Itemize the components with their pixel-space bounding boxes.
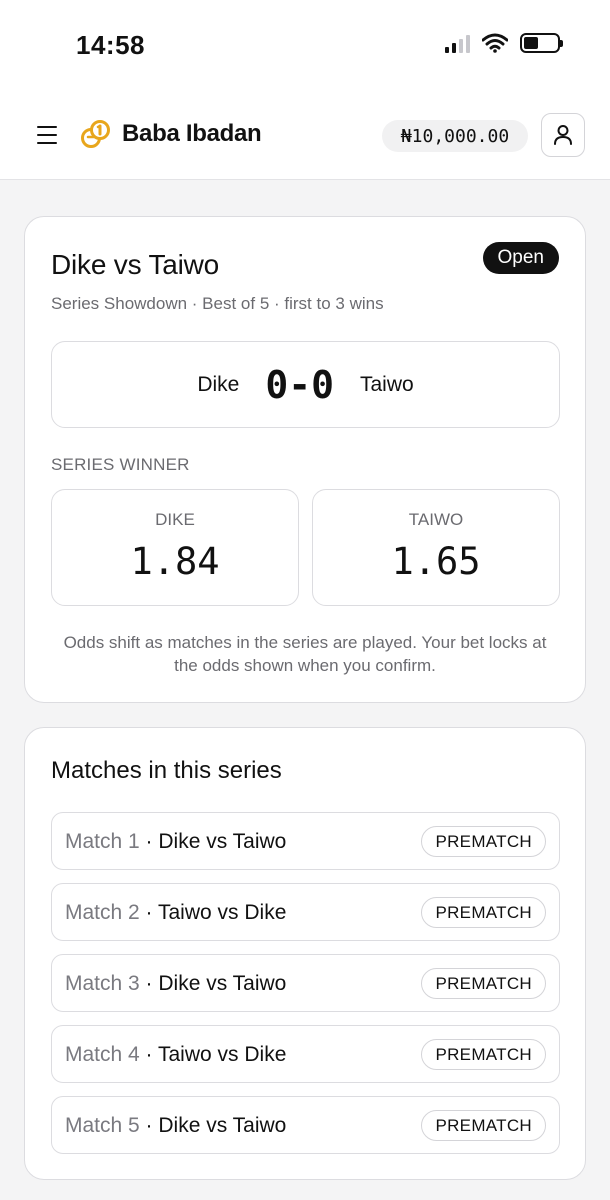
odds-button-taiwo[interactable]: TAIWO 1.65 <box>312 489 560 606</box>
battery-icon <box>520 33 563 53</box>
match-number: Match 2 <box>65 901 140 924</box>
match-status-badge: PREMATCH <box>421 1110 546 1141</box>
wallet-balance[interactable]: ₦10,000.00 <box>382 120 528 152</box>
brand[interactable]: Baba Ibadan <box>80 118 262 150</box>
odds-value: 1.65 <box>391 540 481 583</box>
match-pair: Dike vs Taiwo <box>158 1114 287 1137</box>
match-status-badge: PREMATCH <box>421 897 546 928</box>
series-winner-label: SERIES WINNER <box>51 455 190 474</box>
odds-note: Odds shift as matches in the series are … <box>63 633 547 675</box>
odds-team-label: TAIWO <box>408 510 464 529</box>
matches-card: Matches in this series Match 1 · Dike vs… <box>24 727 586 1180</box>
scoreboard: Dike 0-0 Taiwo <box>51 341 560 428</box>
score-value: 0-0 <box>265 362 334 407</box>
match-status-badge: PREMATCH <box>421 826 546 857</box>
match-pair: Taiwo vs Dike <box>158 901 287 924</box>
match-row[interactable]: Match 1 · Dike vs Taiwo PREMATCH <box>51 812 560 870</box>
match-number: Match 1 <box>65 830 140 853</box>
odds-button-dike[interactable]: DIKE 1.84 <box>51 489 299 606</box>
match-pair: Taiwo vs Dike <box>158 1043 287 1066</box>
wifi-icon <box>482 33 508 53</box>
series-card: Dike vs Taiwo Open Series Showdown · Bes… <box>24 216 586 703</box>
match-row[interactable]: Match 4 · Taiwo vs Dike PREMATCH <box>51 1025 560 1083</box>
match-label: Match 4 · Taiwo vs Dike <box>65 1043 287 1066</box>
match-row[interactable]: Match 5 · Dike vs Taiwo PREMATCH <box>51 1096 560 1154</box>
match-status-badge: PREMATCH <box>421 1039 546 1070</box>
odds-team-label: DIKE <box>155 510 195 529</box>
status-time: 14:58 <box>76 30 145 60</box>
status-bar: 14:58 <box>0 0 610 90</box>
match-row[interactable]: Match 3 · Dike vs Taiwo PREMATCH <box>51 954 560 1012</box>
match-pair: Dike vs Taiwo <box>158 972 287 995</box>
brand-name: Baba Ibadan <box>122 120 262 147</box>
series-subtitle: Series Showdown · Best of 5 · first to 3… <box>51 294 384 313</box>
profile-button[interactable] <box>541 113 585 157</box>
score-team-a: Dike <box>197 372 240 396</box>
match-row[interactable]: Match 2 · Taiwo vs Dike PREMATCH <box>51 883 560 941</box>
hamburger-menu-icon[interactable] <box>37 126 57 144</box>
score-team-b: Taiwo <box>359 372 414 396</box>
match-number: Match 4 <box>65 1043 140 1066</box>
match-pair: Dike vs Taiwo <box>158 830 287 853</box>
match-label: Match 1 · Dike vs Taiwo <box>65 830 287 853</box>
matches-title: Matches in this series <box>51 757 282 784</box>
match-number: Match 3 <box>65 972 140 995</box>
match-label: Match 2 · Taiwo vs Dike <box>65 901 287 924</box>
coins-logo-icon <box>81 120 110 148</box>
cellular-signal-icon <box>445 33 470 53</box>
match-label: Match 5 · Dike vs Taiwo <box>65 1114 287 1137</box>
odds-value: 1.84 <box>130 540 220 583</box>
status-badge: Open <box>482 242 559 274</box>
match-label: Match 3 · Dike vs Taiwo <box>65 972 287 995</box>
match-status-badge: PREMATCH <box>421 968 546 999</box>
match-number: Match 5 <box>65 1114 140 1137</box>
user-icon <box>554 125 572 145</box>
app-header: Baba Ibadan ₦10,000.00 <box>0 90 610 180</box>
series-title: Dike vs Taiwo <box>51 249 220 280</box>
status-icons <box>445 33 563 53</box>
